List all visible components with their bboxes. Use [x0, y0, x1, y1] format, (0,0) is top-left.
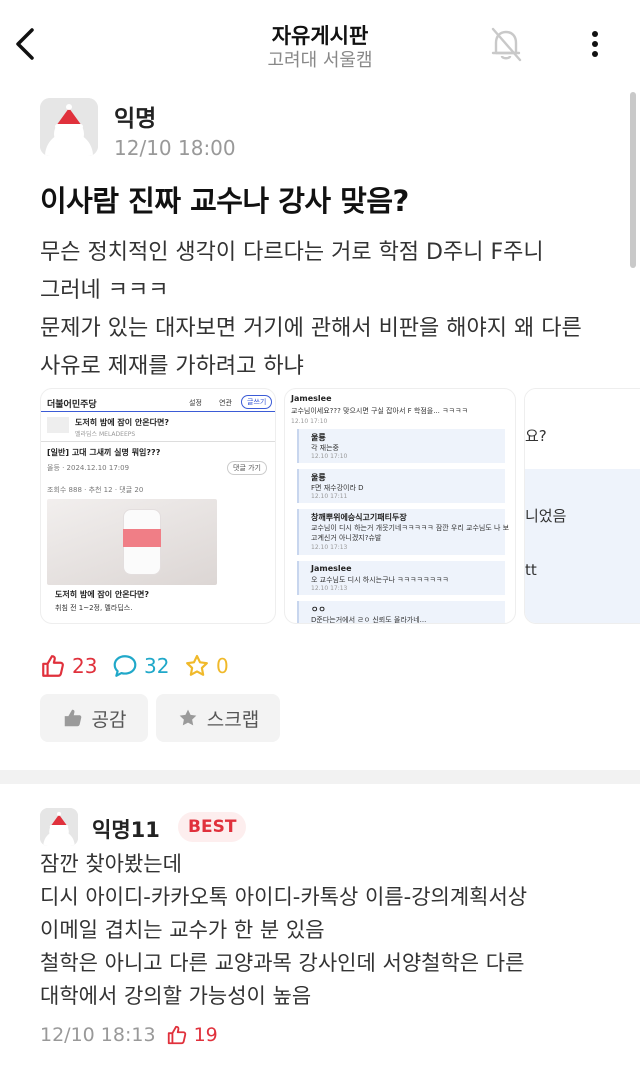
- setting-label: 설정: [189, 399, 202, 407]
- comment-count-value: 32: [144, 654, 170, 678]
- comment-line: 철학은 아니고 다른 교양과목 강사인데 서양철학은 다른: [40, 951, 525, 975]
- comment-count: 32: [112, 652, 169, 680]
- reply-text: 오 교수님도 디시 하시는구나 ㅋㅋㅋㅋㅋㅋㅋㅋ: [311, 576, 449, 584]
- reply-text: 고계신거 아니겠지?슈발: [311, 534, 382, 542]
- attached-images[interactable]: 더불어민주당 설정 연관 글쓰기 도저히 밤에 잠이 안온다면? 멜라딥스 ME…: [40, 388, 640, 624]
- reply-time: 12.10 17:13: [311, 544, 348, 551]
- thumbs-up-icon: [167, 1025, 186, 1045]
- comment-bubble-icon: [113, 655, 137, 677]
- like-count: 23: [40, 652, 97, 680]
- reply-time: 12.10 17:13: [311, 585, 348, 592]
- reply-author: 울룡: [311, 433, 326, 442]
- reply-button: 댓글 가기: [227, 461, 267, 475]
- reply-box: 창깨뿌위에승식고기패티두장 교수님이 디시 하는거 개웃기네ㅋㅋㅋㅋㅋ 잠깐 우…: [297, 509, 509, 555]
- like-button-label: 공감: [91, 708, 127, 731]
- ad-banner-sub: 취침 전 1~2정, 멜라딥스.: [55, 604, 133, 612]
- thumbs-up-icon: [42, 655, 64, 677]
- related-label: 연관: [219, 399, 232, 407]
- post-timestamp: 12/10 18:00: [114, 136, 236, 160]
- scrollbar[interactable]: [630, 92, 636, 268]
- reply-text: 교수님이 디시 하는거 개웃기네ㅋㅋㅋㅋㅋ 잠깐 우리 교수님도 나 보: [311, 524, 510, 532]
- cropped-text: tt: [525, 561, 537, 579]
- scrap-count-value: 0: [216, 654, 229, 678]
- post-body-line: 사유로 제재를 가하려고 하냐: [40, 354, 304, 379]
- ad-banner-title: 도저히 밤에 잠이 안온다면?: [55, 590, 149, 599]
- comment-time: 12.10 17:10: [291, 418, 328, 425]
- comment-line: 잠깐 찾아봤는데: [40, 852, 182, 876]
- avatar: [40, 808, 78, 846]
- dc-post-meta: 올등 · 2024.12.10 17:09: [47, 464, 130, 472]
- thumbs-up-icon: [64, 709, 81, 727]
- comment-line: 이메일 겹치는 교수가 한 분 있음: [40, 918, 325, 942]
- ad-title: 도저히 밤에 잠이 안온다면?: [75, 418, 169, 427]
- comment-body: 잠깐 찾아봤는데 디시 아이디-카카오톡 아이디-카톡상 이름-강의계획서상 이…: [40, 848, 630, 1013]
- reply-box: ㅇㅇ D준다는거에서 ㄹㅇ 신뢰도 올라가네...: [297, 601, 505, 624]
- scrap-count: 0: [184, 652, 229, 680]
- attached-image-3[interactable]: 요? 니었음 tt: [524, 388, 640, 624]
- reply-author: ㅇㅇ: [311, 605, 326, 614]
- comment-line: 대학에서 강의할 가능성이 높음: [40, 984, 312, 1008]
- reply-text: D준다는거에서 ㄹㅇ 신뢰도 올라가네...: [311, 616, 427, 624]
- comment-line: 디시 아이디-카카오톡 아이디-카톡상 이름-강의계획서상: [40, 885, 528, 909]
- notification-off-icon[interactable]: [486, 24, 526, 64]
- write-button: 글쓰기: [241, 395, 273, 409]
- star-icon: [179, 709, 197, 726]
- reply-text: 각 재는중: [311, 444, 339, 452]
- reply-author: 창깨뿌위에승식고기패티두장: [311, 513, 407, 522]
- ad-logo: [47, 417, 69, 433]
- attached-image-1[interactable]: 더불어민주당 설정 연관 글쓰기 도저히 밤에 잠이 안온다면? 멜라딥스 ME…: [40, 388, 276, 624]
- comment-meta: 12/10 18:13 19: [40, 1024, 218, 1046]
- post-body: 무슨 정치적인 생각이 다르다는 거로 학점 D주니 F주니 그러네 ㅋㅋㅋ 문…: [40, 234, 620, 386]
- avatar: [40, 98, 98, 156]
- reply-box: [525, 469, 640, 623]
- reply-text: F면 재수강이라 D: [311, 484, 364, 492]
- cropped-text: 니었음: [525, 507, 567, 525]
- scrap-button[interactable]: 스크랩: [156, 694, 280, 742]
- divider: [41, 441, 275, 442]
- product-label: [123, 529, 161, 547]
- reply-box: 울룡 각 재는중 12.10 17:10: [297, 429, 505, 463]
- reply-time: 12.10 17:11: [311, 493, 348, 500]
- reply-time: 12.10 17:10: [311, 453, 348, 460]
- post-title: 이사람 진짜 교수나 강사 맞음?: [40, 184, 409, 218]
- comment-like-value: 19: [193, 1024, 218, 1046]
- comment-author: 익명11: [92, 818, 160, 842]
- divider: [41, 411, 275, 412]
- post-body-line: 그러네 ㅋㅋㅋ: [40, 278, 169, 303]
- comment-timestamp: 12/10 18:13: [40, 1024, 156, 1046]
- commenter-name: Jameslee: [291, 394, 332, 403]
- board-name: 더불어민주당: [47, 400, 97, 410]
- star-icon: [186, 654, 208, 676]
- post-body-line: 무슨 정치적인 생각이 다르다는 거로 학점 D주니 F주니: [40, 240, 544, 265]
- ad-source: 멜라딥스 MELADEEPS: [75, 431, 136, 438]
- best-badge: BEST: [178, 812, 247, 842]
- section-divider: [0, 770, 640, 784]
- top-bar: 자유게시판 고려대 서울캠: [0, 0, 640, 88]
- scrap-button-label: 스크랩: [206, 708, 260, 731]
- comment-text: 교수님이세요??? 맞으시면 구실 잡아서 F 학점을... ㅋㅋㅋㅋ: [291, 407, 468, 415]
- reply-author: 울룡: [311, 473, 326, 482]
- dc-stats: 조회수 888 · 추천 12 · 댓글 20: [47, 486, 144, 494]
- comment-like-count: 19: [166, 1024, 218, 1046]
- like-button[interactable]: 공감: [40, 694, 148, 742]
- ad-image: [47, 499, 217, 585]
- more-options-icon[interactable]: [580, 26, 610, 62]
- school-name: 고려대 서울캠: [267, 50, 373, 71]
- cropped-text: 요?: [525, 427, 547, 445]
- reply-box: 울룡 F면 재수강이라 D 12.10 17:11: [297, 469, 505, 503]
- attached-image-2[interactable]: Jameslee 교수님이세요??? 맞으시면 구실 잡아서 F 학점을... …: [284, 388, 516, 624]
- reply-author: Jameslee: [311, 564, 352, 573]
- like-count-value: 23: [72, 654, 98, 678]
- dc-post-title: [일반] 고대 그새끼 실명 뭐임???: [47, 448, 161, 457]
- author-name: 익명: [114, 106, 157, 132]
- post-body-line: 문제가 있는 대자보면 거기에 관해서 비판을 해야지 왜 다른: [40, 316, 582, 341]
- reply-box: Jameslee 오 교수님도 디시 하시는구나 ㅋㅋㅋㅋㅋㅋㅋㅋ 12.10 …: [297, 561, 505, 595]
